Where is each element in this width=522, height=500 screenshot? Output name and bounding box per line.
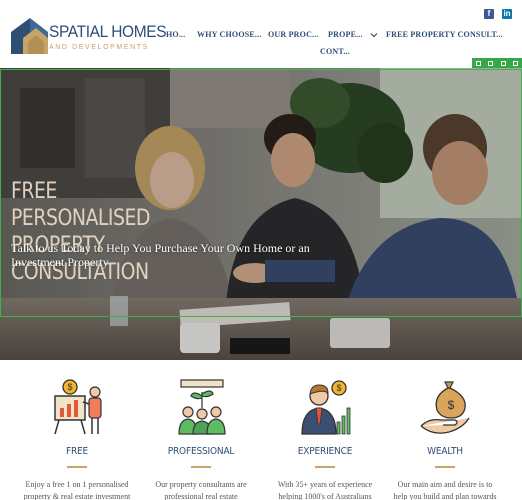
nav-item-contact[interactable]: CONT... [320, 47, 350, 56]
presentation-icon: $ [54, 379, 102, 435]
feature-divider [191, 466, 211, 468]
feature-title: PROFESSIONAL [167, 446, 235, 457]
linkedin-icon[interactable]: in [502, 9, 512, 19]
editor-toolbar[interactable] [472, 58, 522, 68]
feature-title: FREE [65, 446, 89, 457]
hero-title: FREE PERSONALISED PROPERTY CONSULTATION [11, 179, 150, 285]
nav-item-properties[interactable]: PROPE... [328, 30, 363, 39]
businessman-icon: $ [301, 380, 351, 435]
move-icon[interactable] [475, 60, 481, 66]
feature-description: Our main aim and desire is to help you b… [393, 480, 497, 500]
settings-icon[interactable] [488, 60, 494, 66]
nav-item-free-consultation[interactable]: FREE PROPERTY CONSULT... [386, 30, 503, 39]
logo-tagline: AND DEVELOPMENTS [49, 44, 149, 51]
feature-description: Our property consultants are professiona… [155, 480, 247, 500]
facebook-icon[interactable]: f [484, 9, 494, 19]
nav-item-home[interactable]: HO... [166, 30, 185, 39]
feature-divider [315, 466, 335, 468]
feature-divider [67, 466, 87, 468]
hero-subtitle: Talk to us Today to Help You Purchase Yo… [11, 241, 310, 269]
feature-divider [435, 466, 455, 468]
site-logo[interactable]: SPATIAL HOMES AND DEVELOPMENTS [10, 16, 167, 56]
feature-wealth: $ WEALTH Our main aim and desire is to h… [380, 360, 510, 500]
logo-name: SPATIAL HOMES [49, 23, 167, 41]
duplicate-icon[interactable] [500, 60, 506, 66]
delete-icon[interactable] [513, 60, 519, 66]
feature-free: $ FREE Enjoy a free 1 on 1 personalised … [12, 360, 142, 500]
nav-item-our-process[interactable]: OUR PROC... [268, 30, 319, 39]
chevron-down-icon[interactable] [370, 31, 378, 39]
money-bag-hand-icon: $ [420, 381, 470, 434]
svg-text:$: $ [67, 382, 72, 392]
svg-text:$: $ [448, 398, 455, 412]
logo-house-icon [11, 18, 48, 54]
main-nav: HO... WHY CHOOSE... OUR PROC... PROPE...… [160, 26, 520, 62]
feature-experience: $ EXPERIENCE With 35+ years of experienc… [260, 360, 390, 500]
hero-banner: FREE PERSONALISED PROPERTY CONSULTATION … [0, 68, 522, 360]
svg-text:$: $ [336, 383, 341, 393]
feature-description: With 35+ years of experience helping 100… [277, 480, 373, 500]
team-growth-icon [178, 379, 226, 435]
features-section: $ FREE Enjoy a free 1 on 1 personalised … [0, 360, 522, 500]
site-header: SPATIAL HOMES AND DEVELOPMENTS f in HO..… [0, 0, 522, 68]
feature-title: EXPERIENCE [297, 446, 353, 457]
nav-item-why-choose[interactable]: WHY CHOOSE... [197, 30, 262, 39]
feature-professional: PROFESSIONAL Our property consultants ar… [136, 360, 266, 500]
feature-description: Enjoy a free 1 on 1 personalised propert… [23, 480, 131, 500]
feature-title: WEALTH [427, 446, 463, 457]
social-links: f in [484, 9, 512, 19]
